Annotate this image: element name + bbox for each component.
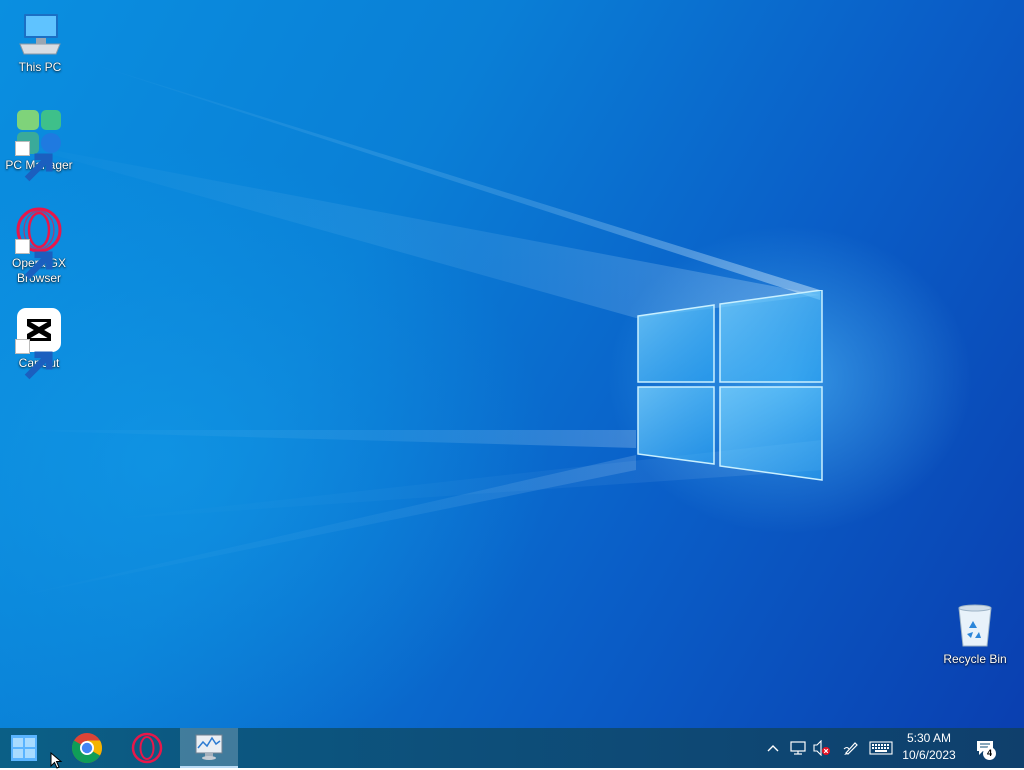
- recycle-bin-icon: [951, 602, 999, 650]
- mouse-cursor-icon: [50, 752, 63, 769]
- chrome-icon: [71, 733, 103, 764]
- start-button[interactable]: [0, 728, 48, 768]
- desktop-icon-pc-manager[interactable]: PC Manager: [1, 108, 77, 182]
- desktop-icon-recycle-bin[interactable]: Recycle Bin: [937, 602, 1013, 667]
- touch-keyboard-button[interactable]: [867, 728, 895, 768]
- network-icon: [790, 741, 806, 755]
- taskbar-clock[interactable]: 5:30 AM 10/6/2023: [896, 730, 962, 766]
- shortcut-arrow-icon: [15, 339, 53, 380]
- taskbar-app-opera[interactable]: [118, 728, 176, 768]
- network-button[interactable]: [787, 728, 809, 768]
- pc-manager-icon: [15, 108, 63, 182]
- chevron-up-icon: [767, 745, 779, 752]
- opera-icon: [131, 732, 163, 764]
- clock-date: 10/6/2023: [902, 748, 956, 762]
- wallpaper-light-beams: [0, 60, 822, 600]
- desktop-icon-opera-gx[interactable]: Opera GX Browser: [1, 206, 77, 286]
- computer-icon: [16, 10, 64, 58]
- keyboard-icon: [869, 741, 893, 755]
- opera-gx-icon: [15, 206, 63, 280]
- pen-workspace-button[interactable]: [840, 728, 862, 768]
- desktop-icon-capcut[interactable]: CapCut: [1, 306, 77, 380]
- taskbar: 5:30 AM 10/6/2023: [0, 728, 1024, 768]
- windows-start-icon: [11, 735, 37, 761]
- shortcut-arrow-icon: [15, 239, 53, 280]
- taskbar-app-chrome[interactable]: [58, 728, 116, 768]
- desktop-icon-this-pc[interactable]: This PC: [2, 10, 78, 75]
- desktop-icon-label: This PC: [18, 60, 62, 74]
- desktop[interactable]: This PC PC Manager Opera GX Browser CapC…: [0, 0, 1024, 728]
- volume-button[interactable]: [811, 728, 833, 768]
- windows-logo-wallpaper: [637, 290, 823, 481]
- shortcut-arrow-icon: [15, 141, 53, 182]
- taskbar-app-resource-monitor[interactable]: [180, 728, 238, 768]
- resource-monitor-icon: [195, 734, 223, 760]
- pen-icon: [843, 742, 858, 755]
- capcut-icon: [15, 306, 63, 380]
- desktop-icon-label: Recycle Bin: [943, 652, 1007, 666]
- show-hidden-icons-button[interactable]: [764, 728, 782, 768]
- clock-time: 5:30 AM: [906, 731, 952, 745]
- notification-count-badge: 4: [983, 747, 996, 760]
- volume-muted-icon: [813, 740, 830, 756]
